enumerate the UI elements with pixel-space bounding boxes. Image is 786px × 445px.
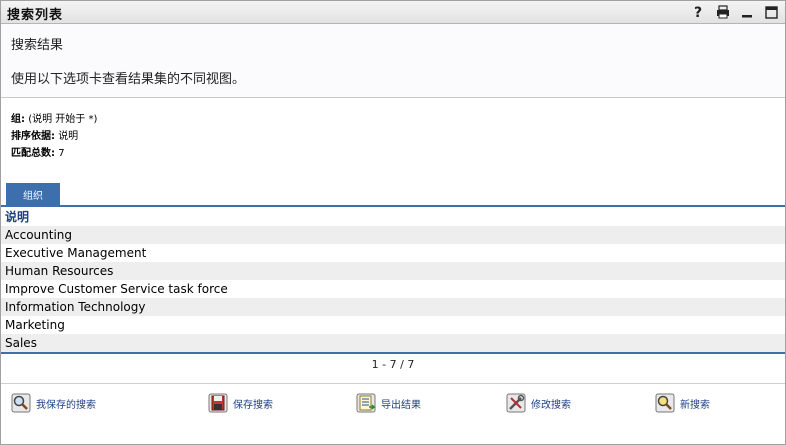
tab-organization[interactable]: 组织 [6,183,60,205]
results-heading: 搜索结果 [11,38,64,53]
help-icon[interactable]: ? [691,4,707,20]
criteria-sort-value: 说明 [58,131,79,142]
criteria-count-value: 7 [58,148,65,159]
window-title: 搜索列表 [7,8,64,23]
results-header: 搜索结果 使用以下选项卡查看结果集的不同视图。 [1,24,785,98]
save-search-button[interactable]: 保存搜索 [208,393,273,413]
footer-divider [1,383,785,384]
saved-search-icon [11,393,31,413]
criteria-group-value: (说明 开始于 *) [28,114,98,125]
table-row[interactable]: Executive Management [1,244,785,262]
table-row[interactable]: Marketing [1,316,785,334]
criteria-sort: 排序依据: 说明 [11,128,97,145]
table-bottom-line [1,352,785,354]
pager: 1 - 7 / 7 [371,358,415,371]
column-header-description[interactable]: 说明 [5,208,29,225]
export-results-label: 导出结果 [381,399,421,411]
title-bar: 搜索列表 ? [1,1,785,24]
svg-text:?: ? [694,5,702,19]
floppy-disk-icon [208,393,228,413]
table-row[interactable]: Human Resources [1,262,785,280]
new-search-icon [655,393,675,413]
my-saved-searches-button[interactable]: 我保存的搜索 [11,393,96,413]
modify-search-button[interactable]: 修改搜索 [506,393,571,413]
minimize-icon[interactable] [739,4,755,20]
tools-icon [506,393,526,413]
results-description: 使用以下选项卡查看结果集的不同视图。 [11,72,246,87]
criteria-group-label: 组: [11,114,25,125]
results-table: Accounting Executive Management Human Re… [1,226,785,352]
print-icon[interactable] [715,4,731,20]
search-criteria: 组: (说明 开始于 *) 排序依据: 说明 匹配总数: 7 [11,111,97,162]
table-row[interactable]: Improve Customer Service task force [1,280,785,298]
criteria-group: 组: (说明 开始于 *) [11,111,97,128]
title-bar-controls: ? [691,3,779,21]
export-results-button[interactable]: 导出结果 [356,393,421,413]
save-search-label: 保存搜索 [233,399,273,411]
criteria-sort-label: 排序依据: [11,131,55,142]
new-search-label: 新搜索 [680,399,710,411]
maximize-icon[interactable] [763,4,779,20]
search-list-window: 搜索列表 ? 搜索结果 使用以下选项卡查看结果集的不同视图。 组: (说明 开始… [0,0,786,445]
table-row[interactable]: Information Technology [1,298,785,316]
table-row[interactable]: Sales [1,334,785,352]
tab-underline [1,205,785,207]
new-search-button[interactable]: 新搜索 [655,393,710,413]
modify-search-label: 修改搜索 [531,399,571,411]
criteria-count-label: 匹配总数: [11,148,55,159]
my-saved-searches-label: 我保存的搜索 [36,399,96,411]
table-row[interactable]: Accounting [1,226,785,244]
export-list-icon [356,393,376,413]
criteria-count: 匹配总数: 7 [11,145,97,162]
action-bar: 我保存的搜索 保存搜索 导出结果 修改搜索 新搜索 [1,393,785,419]
